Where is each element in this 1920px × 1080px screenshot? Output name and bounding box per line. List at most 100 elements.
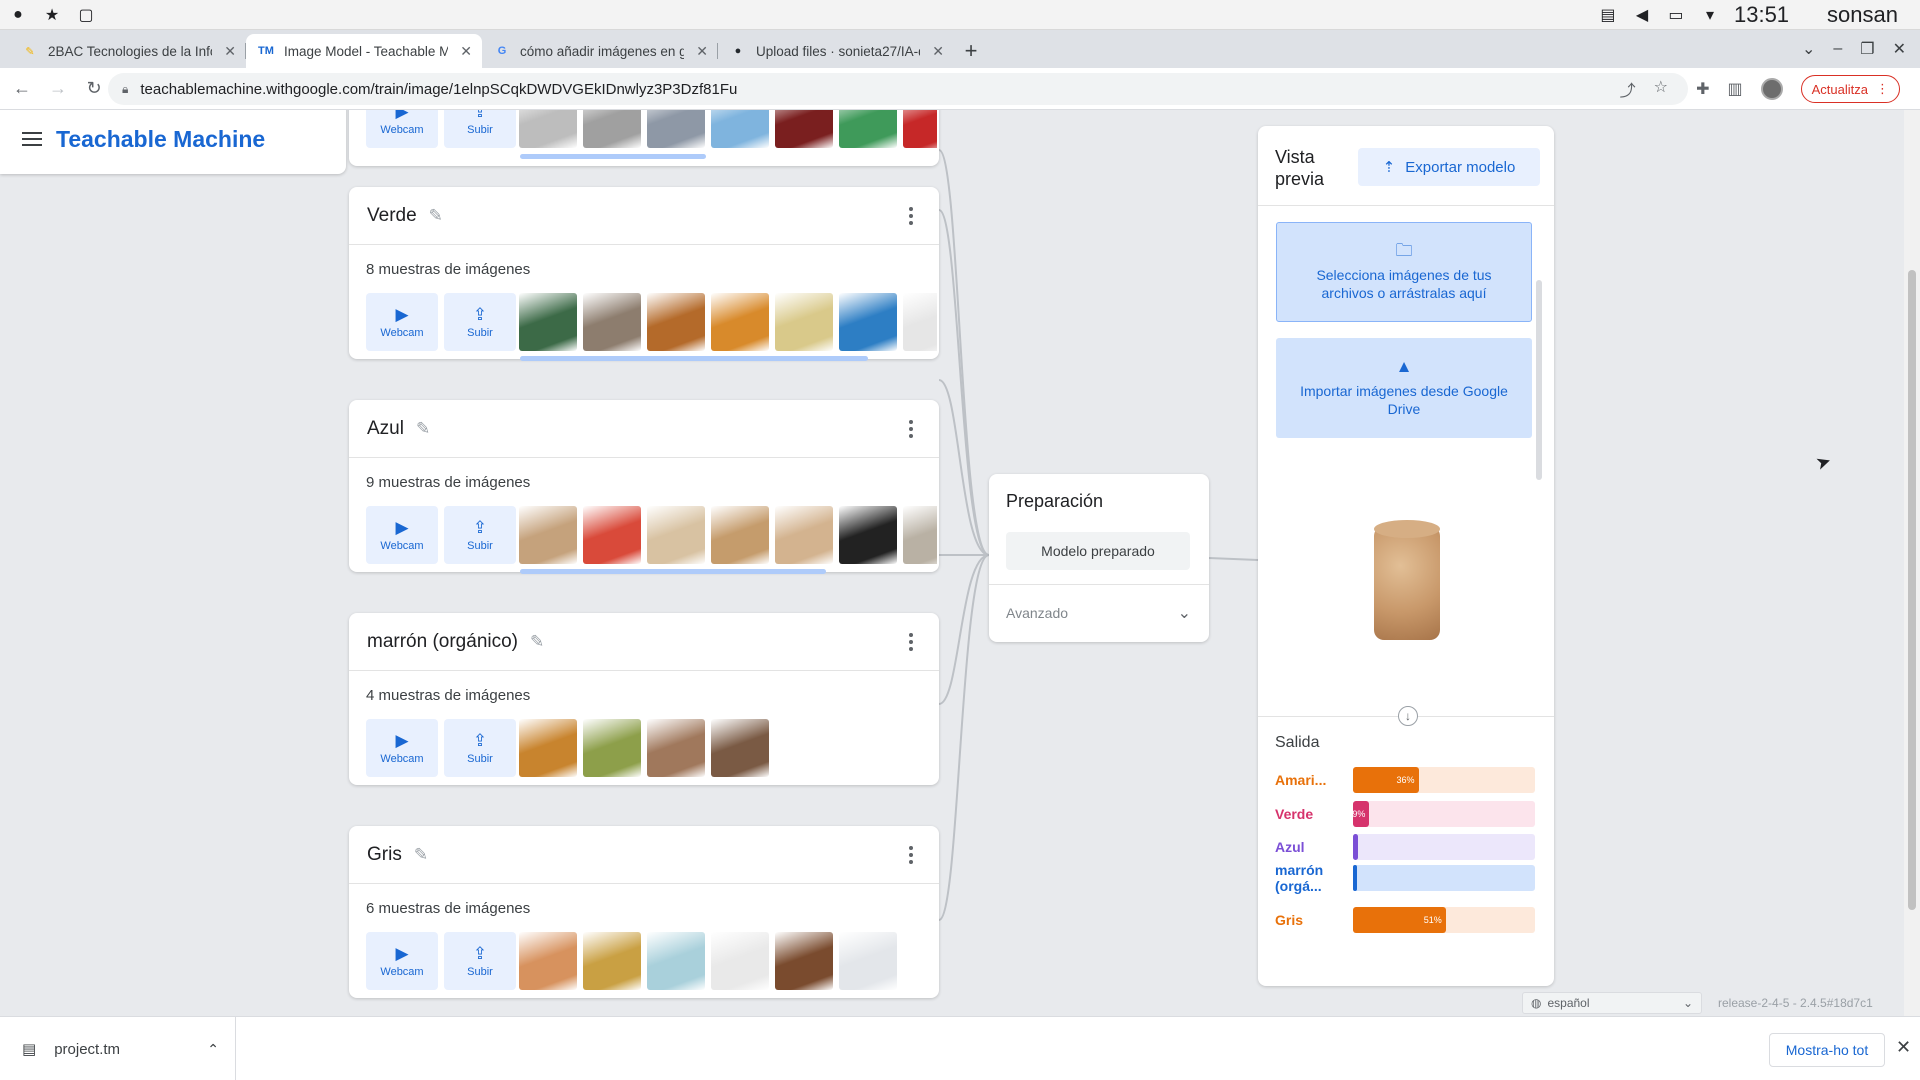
globe-icon: ◍: [1531, 996, 1542, 1010]
confidence-fill: 9%: [1353, 801, 1370, 827]
upload-button[interactable]: ⇪ Subir: [444, 506, 516, 564]
google-drive-import-button[interactable]: ▲ Importar imágenes desde Google Drive: [1276, 338, 1532, 438]
train-model-button[interactable]: Modelo preparado: [1006, 532, 1190, 570]
new-tab-button[interactable]: +: [954, 34, 988, 68]
show-all-button[interactable]: Mostra-ho tot: [1769, 1033, 1885, 1067]
volume-icon[interactable]: ◀: [1632, 5, 1652, 25]
page-content: ▶ Webcam ⇪ Subir Teachable Machine Verde ✎…: [0, 110, 1920, 1016]
sample-count: 8 muestras de imágenes: [366, 261, 531, 278]
more-options-icon[interactable]: [909, 420, 913, 438]
extensions-icon[interactable]: ✚: [1696, 79, 1709, 99]
sample-count: 9 muestras de imágenes: [366, 474, 531, 491]
network-icon[interactable]: ▭: [1666, 5, 1686, 25]
sample-thumbnail: [711, 506, 769, 564]
window-icon[interactable]: ▢: [76, 5, 96, 25]
os-menu-icon[interactable]: ●: [8, 5, 28, 25]
advanced-toggle[interactable]: Avanzado ⌄: [989, 584, 1209, 640]
upload-button[interactable]: ⇪ Subir: [444, 293, 516, 351]
confidence-bar: 36%: [1353, 767, 1535, 793]
upload-button[interactable]: ⇪ Subir: [444, 932, 516, 990]
upload-button[interactable]: ⇪ Subir: [444, 110, 516, 148]
edit-pencil-icon[interactable]: ✎: [530, 632, 544, 652]
class-name: Gris: [367, 843, 402, 865]
webcam-button[interactable]: ▶ Webcam: [366, 932, 438, 990]
forward-arrow-icon[interactable]: →: [44, 75, 72, 103]
clipboard-icon[interactable]: ▤: [1598, 5, 1618, 25]
preview-panel: Vista previa ⇡ Exportar modelo 🗀︎ Selecc…: [1258, 126, 1554, 986]
scrollbar[interactable]: [520, 569, 826, 574]
webcam-icon: ▶: [395, 943, 409, 963]
browser-tab[interactable]: G cómo añadir imágenes en github ✕: [482, 34, 718, 68]
language-select[interactable]: ◍ español ⌄: [1522, 992, 1702, 1014]
output-label: Azul: [1275, 839, 1305, 855]
share-icon[interactable]: ⤴: [1620, 77, 1636, 101]
sample-thumbnail: [775, 110, 833, 148]
sample-thumbnail: [903, 110, 937, 148]
edit-pencil-icon[interactable]: ✎: [414, 845, 428, 865]
connector-lines: [938, 149, 1259, 921]
tab-search-icon[interactable]: ⌄: [1802, 39, 1815, 59]
close-icon[interactable]: ✕: [1896, 1037, 1911, 1058]
sample-thumbnail: [519, 932, 577, 990]
menu-icon[interactable]: [22, 132, 42, 146]
close-icon[interactable]: ✕: [932, 43, 944, 60]
more-options-icon[interactable]: [909, 846, 913, 864]
sample-thumbnails: [519, 293, 937, 351]
edit-pencil-icon[interactable]: ✎: [429, 206, 443, 226]
edit-pencil-icon[interactable]: ✎: [416, 419, 430, 439]
sample-thumbnail: [775, 932, 833, 990]
close-window-icon[interactable]: ✕: [1893, 39, 1906, 59]
upload-arrow-icon: ⇡: [1382, 159, 1396, 176]
close-icon[interactable]: ✕: [224, 43, 236, 60]
upload-button[interactable]: ⇪ Subir: [444, 719, 516, 777]
confidence-bar: [1353, 865, 1535, 891]
browser-tab[interactable]: ✎ 2BAC Tecnologies de la Informació ✕: [10, 34, 246, 68]
side-panel-icon[interactable]: ▥: [1728, 79, 1743, 99]
scrollbar[interactable]: [520, 356, 868, 361]
sample-thumbnail: [839, 932, 897, 990]
page-scrollbar[interactable]: [1904, 110, 1920, 1016]
chevron-up-icon[interactable]: ⌃: [207, 1041, 219, 1058]
sample-thumbnail: [775, 506, 833, 564]
webcam-button[interactable]: ▶ Webcam: [366, 506, 438, 564]
more-options-icon[interactable]: [909, 207, 913, 225]
close-icon[interactable]: ✕: [460, 43, 472, 60]
sample-thumbnail: [583, 110, 641, 148]
preview-scrollbar[interactable]: [1536, 280, 1542, 480]
confidence-fill: [1353, 834, 1359, 860]
address-bar[interactable]: 🔒︎ teachablemachine.withgoogle.com/train…: [108, 73, 1688, 105]
output-label: Amari...: [1275, 772, 1327, 788]
maximize-icon[interactable]: ❐: [1860, 39, 1874, 59]
clock: 13:51: [1733, 2, 1790, 27]
bookmark-star-icon[interactable]: ☆: [1654, 77, 1668, 101]
more-options-icon[interactable]: [909, 633, 913, 651]
browser-tab[interactable]: ● Upload files · sonieta27/IA-docs ✕: [718, 34, 954, 68]
favorites-star-icon[interactable]: ★: [42, 5, 62, 25]
downloads-bar: ▤ project.tm ⌃ Mostra-ho tot ✕: [0, 1016, 1920, 1080]
output-row: marrón (orgá...: [1275, 862, 1537, 894]
download-item[interactable]: ▤ project.tm ⌃: [0, 1017, 236, 1080]
file-icon: ▤: [22, 1041, 37, 1058]
file-drop-zone[interactable]: 🗀︎ Selecciona imágenes de tus archivos o…: [1276, 222, 1532, 322]
sample-thumbnail: [839, 110, 897, 148]
browser-tab-active[interactable]: TM Image Model - Teachable Machine ✕: [246, 34, 482, 68]
export-model-button[interactable]: ⇡ Exportar modelo: [1358, 148, 1540, 186]
reload-icon[interactable]: ↻: [80, 75, 108, 103]
scrollbar[interactable]: [520, 154, 706, 159]
close-icon[interactable]: ✕: [696, 43, 708, 60]
output-row: Verde 9%: [1275, 800, 1537, 828]
class-name: Verde: [367, 204, 417, 226]
webcam-button[interactable]: ▶ Webcam: [366, 719, 438, 777]
google-icon: G: [497, 45, 507, 57]
profile-avatar[interactable]: [1760, 78, 1783, 100]
back-arrow-icon[interactable]: ←: [8, 75, 36, 103]
lock-icon[interactable]: 🔒︎: [122, 82, 128, 97]
minimize-icon[interactable]: –: [1833, 40, 1842, 58]
webcam-button[interactable]: ▶ Webcam: [366, 293, 438, 351]
sample-thumbnail: [519, 293, 577, 351]
username: sonsan: [1827, 2, 1898, 27]
webcam-button[interactable]: ▶ Webcam: [366, 110, 438, 148]
class-card-top: ▶ Webcam ⇪ Subir: [349, 110, 939, 166]
dropdown-icon[interactable]: ▾: [1700, 5, 1720, 25]
update-button[interactable]: Actualitza ⋮: [1800, 75, 1900, 103]
